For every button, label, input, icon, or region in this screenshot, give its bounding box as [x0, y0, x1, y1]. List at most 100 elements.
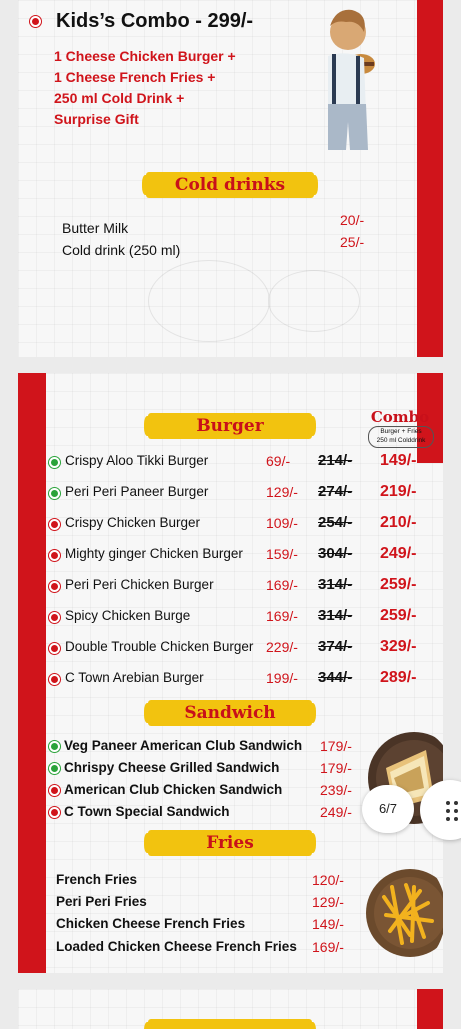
- nonveg-bullet-icon: [51, 552, 58, 559]
- burger-old-price: 344/-: [318, 669, 353, 686]
- burger-name: Mighty ginger Chicken Burger: [65, 546, 243, 561]
- menu-page-kids-colddrinks: Kids’s Combo - 299/- 1 Cheese Chicken Bu…: [18, 0, 443, 357]
- nonveg-bullet-icon: [32, 18, 39, 25]
- cold-drinks-banner: Cold drinks: [142, 172, 318, 198]
- fries-price: 129/-: [312, 894, 344, 910]
- fries-name: Peri Peri Fries: [56, 894, 147, 909]
- kid-eating-burger-image: [328, 9, 375, 150]
- combo-sub-line: 250 ml Colddrink: [376, 437, 426, 444]
- burger-price: 169/-: [266, 608, 298, 624]
- burger-price: 129/-: [266, 484, 298, 500]
- food-sketch-decoration: [148, 260, 270, 342]
- burger-name: Spicy Chicken Burge: [65, 608, 191, 623]
- colddrink-item-name: Butter Milk: [62, 220, 129, 236]
- kids-combo-line: Surprise Gift: [54, 111, 139, 127]
- burger-row: Peri Peri Chicken Burger 169/- 314/- 259…: [18, 576, 443, 600]
- burger-row: Peri Peri Paneer Burger 129/- 274/- 219/…: [18, 483, 443, 507]
- nonveg-bullet-icon: [51, 809, 58, 816]
- burger-banner: Burger: [144, 413, 316, 439]
- combo-subtitle: Burger + Fries 250 ml Colddrink: [368, 426, 434, 448]
- burger-row: Crispy Chicken Burger 109/- 254/- 210/-: [18, 514, 443, 538]
- fries-name: Chicken Cheese French Fries: [56, 916, 246, 931]
- burger-combo-price: 210/-: [380, 514, 417, 531]
- nonveg-bullet-icon: [51, 676, 58, 683]
- combo-heading: Combo: [370, 408, 430, 426]
- sandwich-price: 239/-: [320, 782, 352, 798]
- fries-heading: Fries: [206, 833, 254, 853]
- next-section-banner: [144, 1019, 316, 1029]
- burger-old-price: 314/-: [318, 607, 353, 624]
- kids-combo-title: Kids’s Combo - 299/-: [32, 10, 253, 33]
- menu-page-burger-sandwich-fries: Burger Combo Burger + Fries 250 ml Coldd…: [18, 373, 443, 973]
- colddrink-item-price: 25/-: [340, 234, 365, 250]
- colddrink-item-name: Cold drink (250 ml): [62, 242, 181, 258]
- burger-heading: Burger: [196, 416, 264, 436]
- burger-price: 199/-: [266, 670, 298, 686]
- burger-name: Crispy Chicken Burger: [65, 515, 201, 530]
- sandwich-name: American Club Chicken Sandwich: [64, 782, 283, 797]
- burger-combo-price: 329/-: [380, 638, 417, 655]
- sandwich-price: 179/-: [320, 738, 352, 754]
- burger-price: 69/-: [266, 453, 291, 469]
- fries-name: French Fries: [56, 872, 138, 887]
- page-indicator[interactable]: 6/7: [362, 785, 414, 833]
- burger-price: 159/-: [266, 546, 298, 562]
- burger-row: Spicy Chicken Burge 169/- 314/- 259/-: [18, 607, 443, 631]
- burger-row: Mighty ginger Chicken Burger 159/- 304/-…: [18, 545, 443, 569]
- burger-old-price: 304/-: [318, 545, 353, 562]
- burger-combo-price: 149/-: [380, 452, 417, 469]
- burger-name: Crispy Aloo Tikki Burger: [65, 453, 209, 468]
- fries-banner: Fries: [144, 830, 316, 856]
- burger-combo-price: 219/-: [380, 483, 417, 500]
- sandwich-price: 179/-: [320, 760, 352, 776]
- sandwich-name: Chrispy Cheese Grilled Sandwich: [64, 760, 280, 775]
- sandwich-name: Veg Paneer American Club Sandwich: [64, 738, 303, 753]
- nonveg-bullet-icon: [51, 521, 58, 528]
- veg-bullet-icon: [51, 490, 58, 497]
- kids-combo-line: 1 Cheese Chicken Burger +: [54, 48, 236, 64]
- kids-combo-line: 250 ml Cold Drink +: [54, 90, 185, 106]
- sandwich-heading: Sandwich: [184, 703, 276, 723]
- fries-price: 169/-: [312, 939, 344, 955]
- nonveg-bullet-icon: [51, 787, 58, 794]
- red-border-decoration: [417, 0, 443, 357]
- burger-old-price: 254/-: [318, 514, 353, 531]
- sandwich-name: C Town Special Sandwich: [64, 804, 230, 819]
- burger-combo-price: 249/-: [380, 545, 417, 562]
- burger-row: C Town Arebian Burger 199/- 344/- 289/-: [18, 669, 443, 693]
- fries-name: Loaded Chicken Cheese French Fries: [56, 939, 297, 954]
- fries-price: 149/-: [312, 916, 344, 932]
- burger-old-price: 214/-: [318, 452, 353, 469]
- burger-price: 109/-: [266, 515, 298, 531]
- nonveg-bullet-icon: [51, 583, 58, 590]
- cold-drinks-heading: Cold drinks: [174, 175, 286, 195]
- food-sketch-decoration: [268, 270, 360, 332]
- burger-old-price: 314/-: [318, 576, 353, 593]
- burger-row: Crispy Aloo Tikki Burger 69/- 214/- 149/…: [18, 452, 443, 476]
- combo-sub-line: Burger + Fries: [380, 428, 422, 435]
- red-border-decoration: [417, 989, 443, 1029]
- burger-name: C Town Arebian Burger: [65, 670, 204, 685]
- fries-price: 120/-: [312, 872, 344, 888]
- burger-name: Peri Peri Paneer Burger: [65, 484, 209, 499]
- colddrink-item-price: 20/-: [340, 212, 365, 228]
- burger-row: Double Trouble Chicken Burger 229/- 374/…: [18, 638, 443, 662]
- nonveg-bullet-icon: [51, 645, 58, 652]
- burger-combo-price: 259/-: [380, 607, 417, 624]
- nonveg-bullet-icon: [51, 614, 58, 621]
- burger-combo-price: 289/-: [380, 669, 417, 686]
- sandwich-price: 249/-: [320, 804, 352, 820]
- burger-combo-price: 259/-: [380, 576, 417, 593]
- kids-combo-line: 1 Cheese French Fries +: [54, 69, 216, 85]
- veg-bullet-icon: [51, 743, 58, 750]
- burger-price: 169/-: [266, 577, 298, 593]
- burger-name: Peri Peri Chicken Burger: [65, 577, 214, 592]
- burger-price: 229/-: [266, 639, 298, 655]
- menu-page-next: [18, 989, 443, 1029]
- burger-old-price: 274/-: [318, 483, 353, 500]
- sandwich-banner: Sandwich: [144, 700, 316, 726]
- burger-old-price: 374/-: [318, 638, 353, 655]
- veg-bullet-icon: [51, 765, 58, 772]
- grid-dots-icon: [446, 801, 460, 821]
- veg-bullet-icon: [51, 459, 58, 466]
